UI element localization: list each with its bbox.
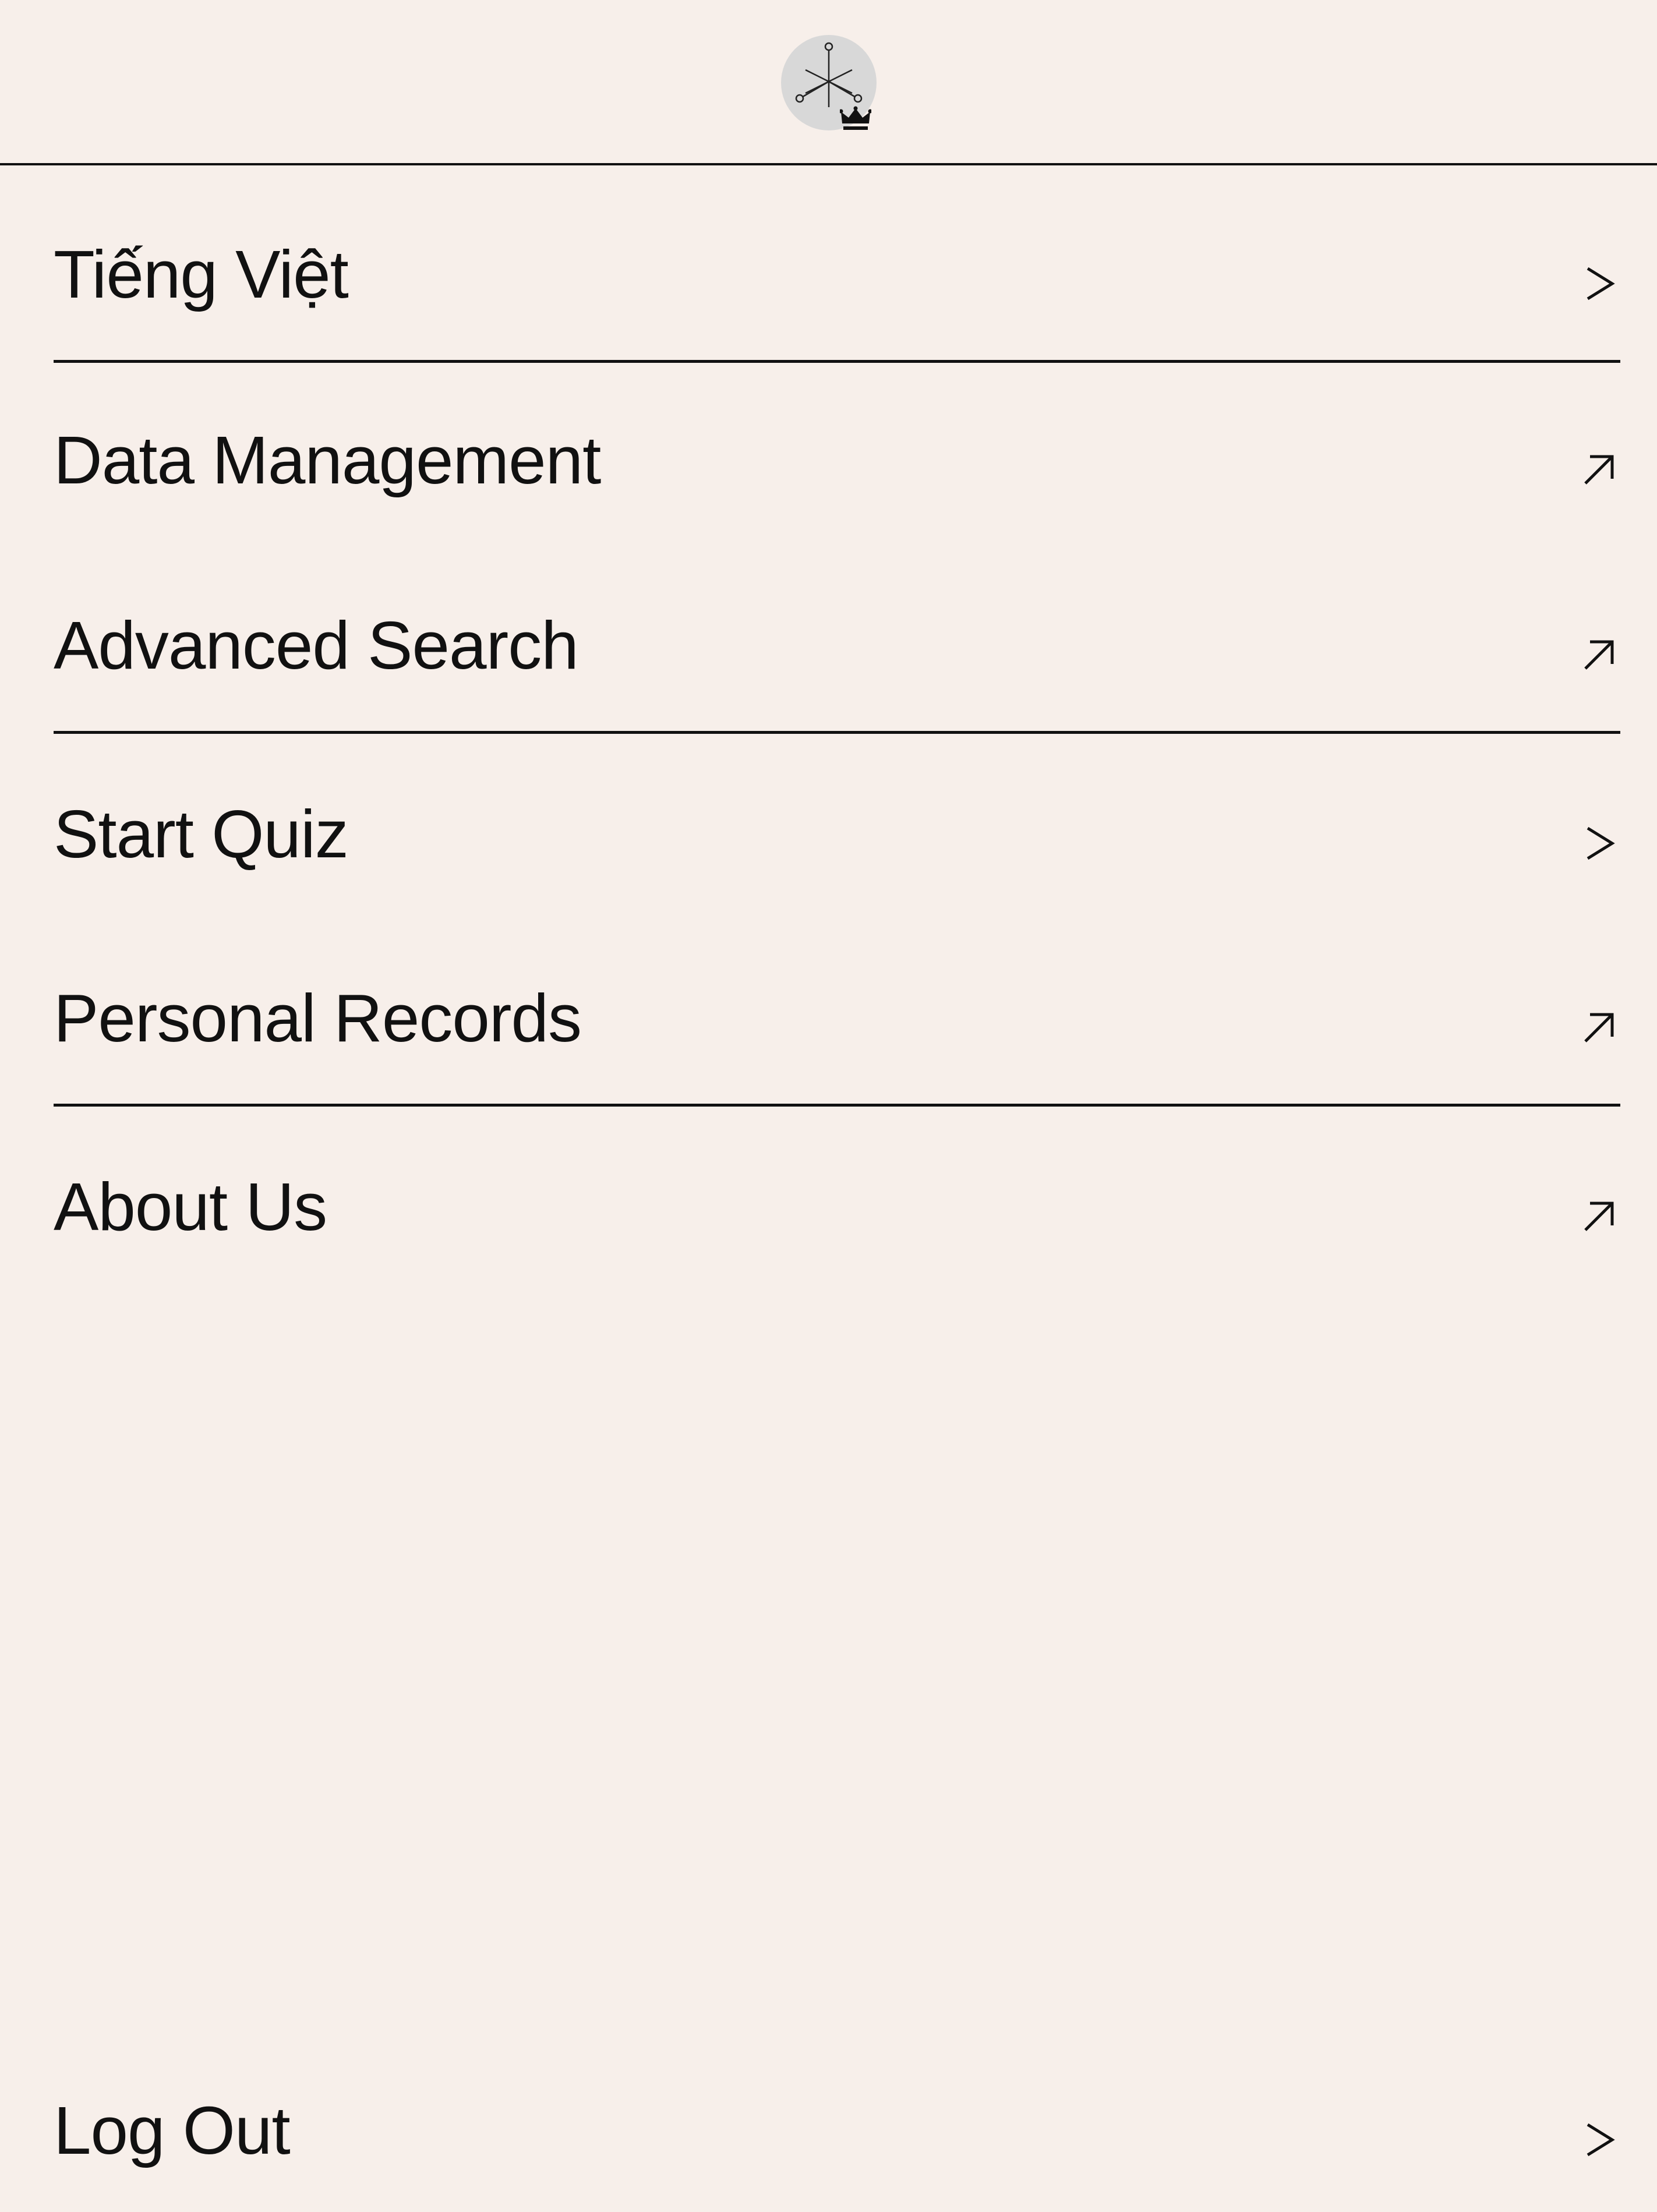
menu-item-label: Advanced Search <box>54 607 579 683</box>
chevron-right-icon <box>1578 263 1620 305</box>
menu-item-label: Tiếng Việt <box>54 236 349 312</box>
menu-item-label: Personal Records <box>54 980 582 1056</box>
menu-item-label: Data Management <box>54 422 601 498</box>
menu-item-start-quiz[interactable]: Start Quiz <box>54 747 1620 921</box>
external-link-arrow-icon <box>1578 448 1620 490</box>
menu-item-label: Start Quiz <box>54 796 349 872</box>
menu-item-advanced-search[interactable]: Advanced Search <box>54 559 1620 734</box>
external-link-arrow-icon <box>1578 1006 1620 1048</box>
menu-item-about-us[interactable]: About Us <box>54 1119 1620 1294</box>
chevron-right-icon <box>1578 2119 1620 2161</box>
menu-item-label: About Us <box>54 1169 327 1245</box>
external-link-arrow-icon <box>1578 634 1620 676</box>
menu-item-data-management[interactable]: Data Management <box>54 373 1620 547</box>
crown-icon <box>840 106 871 130</box>
logout-button[interactable]: Log Out <box>54 2049 1620 2212</box>
menu-item-personal-records[interactable]: Personal Records <box>54 932 1620 1107</box>
chevron-right-icon <box>1578 822 1620 864</box>
logout-label: Log Out <box>54 2093 291 2168</box>
external-link-arrow-icon <box>1578 1195 1620 1237</box>
header-bar <box>0 0 1657 165</box>
menu-item-language[interactable]: Tiếng Việt <box>54 188 1620 363</box>
